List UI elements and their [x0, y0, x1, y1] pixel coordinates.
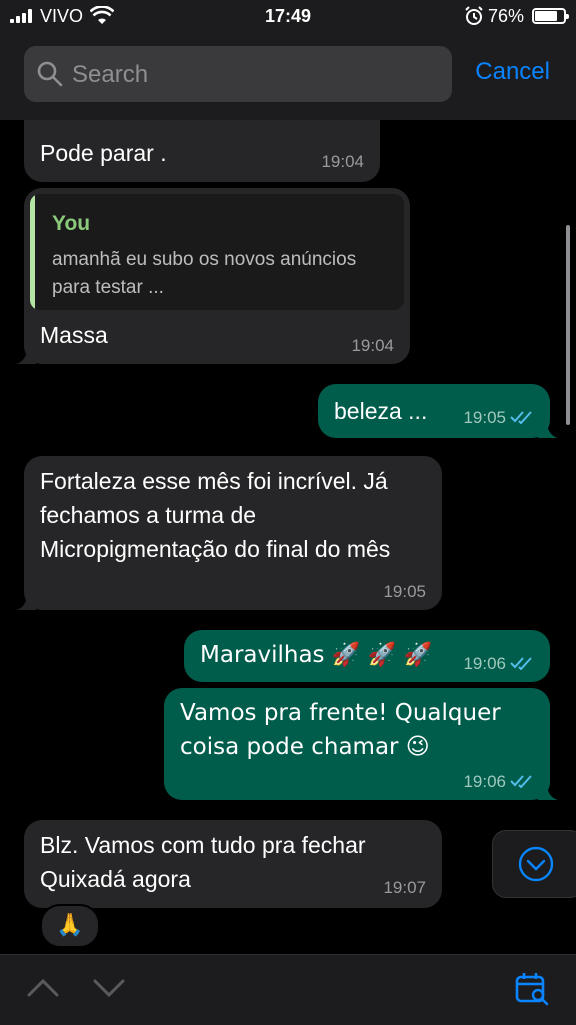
bubble-tail — [16, 342, 36, 364]
bubble-tail — [538, 416, 558, 438]
message-bubble-reply[interactable]: You amanhã eu subo os novos anúncios par… — [16, 188, 410, 364]
battery-percent: 76% — [487, 6, 524, 26]
message-time: 19:06 — [463, 654, 506, 673]
quote-text: amanhã eu subo os novos anúncios para te… — [52, 249, 357, 298]
search-results-bar — [0, 954, 576, 1025]
search-bar[interactable] — [24, 46, 452, 104]
calendar-search-icon[interactable] — [514, 971, 550, 1007]
quoted-message[interactable]: You amanhã eu subo os novos anúncios par… — [30, 194, 404, 310]
message-text: Vamos pra frente! Qualquer coisa pode ch… — [180, 700, 501, 760]
read-ticks-icon — [510, 775, 532, 788]
bubble-tail — [538, 778, 558, 800]
message-bubble-outgoing[interactable]: Vamos pra frente! Qualquer coisa pode ch… — [164, 688, 558, 800]
message-text: Fortaleza esse mês foi incrível. Já fech… — [40, 468, 391, 562]
message-time: 19:07 — [383, 878, 426, 897]
message-bubble-incoming[interactable]: Blz. Vamos com tudo pra fechar Quixadá a… — [24, 820, 442, 908]
chevron-down-icon[interactable] — [92, 973, 126, 1003]
message-time: 19:04 — [321, 152, 364, 171]
message-time: 19:05 — [383, 582, 426, 601]
read-ticks-icon — [510, 657, 532, 670]
cancel-button[interactable]: Cancel — [475, 58, 550, 86]
reaction-badge[interactable]: 🙏 — [40, 904, 100, 948]
message-time: 19:04 — [351, 336, 394, 355]
chevron-down-circle-icon — [518, 846, 554, 882]
message-bubble-outgoing[interactable]: beleza ... 19:05 — [318, 384, 558, 438]
search-header: Cancel — [0, 34, 576, 120]
message-bubble-outgoing[interactable]: Maravilhas 🚀 🚀 🚀 19:06 — [184, 630, 550, 682]
battery-icon — [532, 8, 569, 24]
message-bubble[interactable]: Pode parar . 19:04 — [24, 120, 380, 182]
chevron-up-icon[interactable] — [26, 973, 60, 1003]
read-ticks-icon — [510, 411, 532, 424]
message-text: Blz. Vamos com tudo pra fechar Quixadá a… — [40, 832, 366, 892]
scroll-to-bottom-button[interactable] — [492, 830, 576, 898]
chat-area[interactable]: Pode parar . 19:04 You amanhã eu subo os… — [0, 120, 576, 954]
message-time: 19:06 — [463, 772, 506, 791]
search-icon — [37, 61, 63, 87]
alarm-icon — [465, 6, 483, 25]
message-text: Maravilhas 🚀 🚀 🚀 — [200, 642, 433, 668]
scrollbar[interactable] — [566, 225, 570, 425]
bubble-tail — [16, 588, 36, 610]
message-text: beleza ... — [334, 398, 428, 424]
quote-bar — [30, 194, 35, 310]
quote-author: You — [52, 212, 91, 235]
message-text: Massa — [40, 322, 108, 348]
search-input[interactable] — [70, 46, 434, 104]
message-bubble-incoming[interactable]: Fortaleza esse mês foi incrível. Já fech… — [16, 456, 442, 610]
message-text: Pode parar . — [40, 140, 167, 166]
message-time: 19:05 — [463, 408, 506, 427]
status-bar: VIVO 17:49 76% — [0, 0, 576, 34]
